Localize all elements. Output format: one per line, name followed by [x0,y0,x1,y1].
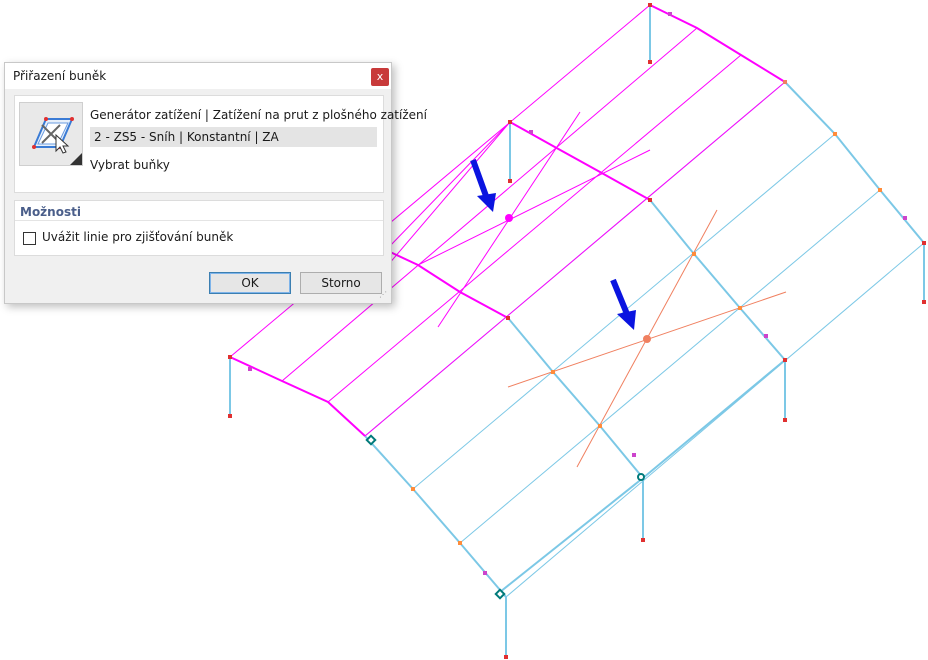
cell-assignment-icon[interactable] [19,102,83,166]
ok-button[interactable]: OK [209,272,291,294]
cancel-button[interactable]: Storno [300,272,382,294]
dialog-title: Přiřazení buněk [13,69,107,83]
hinges [365,434,645,600]
options-panel: Možnosti Uvážit linie pro zjišťování bun… [14,200,384,256]
cell-assignment-dialog: Přiřazení buněk x Generátor zatížení | Z… [4,62,427,304]
consider-lines-checkbox[interactable] [23,232,36,245]
load-generator-panel: Generátor zatížení | Zatížení na prut z … [14,95,427,193]
options-header: Možnosti [20,205,81,219]
load-case-text: 2 - ZS5 - Sníh | Konstantní | ZA [94,130,279,144]
resize-grip-icon[interactable]: ⋰ [379,291,387,299]
options-divider [15,220,383,221]
arrow-icon [470,158,636,330]
load-case-box: 2 - ZS5 - Sníh | Konstantní | ZA [90,127,377,147]
dialog-title-bar[interactable]: Přiřazení buněk x [5,63,391,89]
select-cells-link[interactable]: Vybrat buňky [90,158,170,172]
close-button[interactable]: x [371,68,389,86]
close-icon: x [376,70,384,83]
consider-lines-label[interactable]: Uvážit linie pro zjišťování buněk [42,230,233,244]
generator-title: Generátor zatížení | Zatížení na prut z … [90,108,427,122]
